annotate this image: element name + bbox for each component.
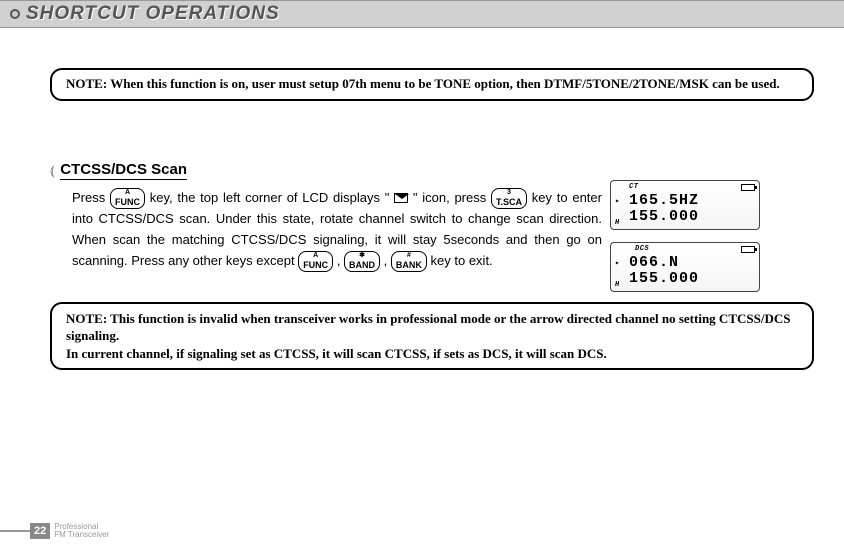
lcd1-tag: CT (629, 183, 638, 191)
signal-icon: ⦅ (50, 162, 55, 179)
lcd2-line1: 066.N (629, 254, 679, 271)
footer: 22 Professional FM Transceiver (0, 523, 109, 539)
arrow-icon: ▸ (615, 196, 620, 206)
battery-icon (741, 246, 755, 253)
lcd2-tag: DCS (635, 245, 649, 253)
lcd2-line2: 155.000 (629, 270, 699, 287)
h-label: H (615, 219, 620, 227)
footer-rule (0, 530, 30, 532)
lcd-stack: CT ▸ 165.5HZ 155.000 H DCS ▸ 066.N 155.0… (610, 180, 760, 292)
note-box-1: NOTE: When this function is on, user mus… (50, 68, 814, 101)
key-tsca: 3T.SCA (491, 188, 527, 209)
key-band: ✱BAND (344, 251, 380, 272)
body-p5: key to exit. (431, 253, 493, 268)
note-box-2: NOTE: This function is invalid when tran… (50, 302, 814, 371)
note1-prefix: NOTE: (66, 76, 110, 91)
note2-line1: NOTE: This function is invalid when tran… (66, 310, 798, 345)
lcd1-line1: 165.5HZ (629, 192, 699, 209)
comma2: , (384, 253, 391, 268)
battery-icon (741, 184, 755, 191)
page-number: 22 (30, 523, 50, 539)
key-bank: #BANK (391, 251, 427, 272)
footer-text: Professional FM Transceiver (54, 523, 109, 539)
body-p3: " icon, press (413, 190, 491, 205)
lcd1-line2: 155.000 (629, 208, 699, 225)
arrow-icon: ▸ (615, 258, 620, 268)
bullet-icon (10, 9, 20, 19)
h-label: H (615, 281, 620, 289)
key-func-1: AFUNC (110, 188, 145, 209)
section-body: Press AFUNC key, the top left corner of … (72, 188, 602, 272)
lcd-display-2: DCS ▸ 066.N 155.000 H (610, 242, 760, 292)
envelope-icon (394, 193, 408, 203)
body-p1: Press (72, 190, 110, 205)
section-title: CTCSS/DCS Scan (60, 161, 187, 180)
body-p2: key, the top left corner of LCD displays… (150, 190, 394, 205)
note1-text: When this function is on, user must setu… (110, 76, 780, 91)
key-func-2: AFUNC (298, 251, 333, 272)
note2-line2: In current channel, if signaling set as … (66, 345, 798, 363)
footer-line2: FM Transceiver (54, 530, 109, 539)
header-title: SHORTCUT OPERATIONS (26, 3, 280, 25)
comma1: , (337, 253, 344, 268)
lcd-display-1: CT ▸ 165.5HZ 155.000 H (610, 180, 760, 230)
header-bar: SHORTCUT OPERATIONS (0, 0, 844, 28)
